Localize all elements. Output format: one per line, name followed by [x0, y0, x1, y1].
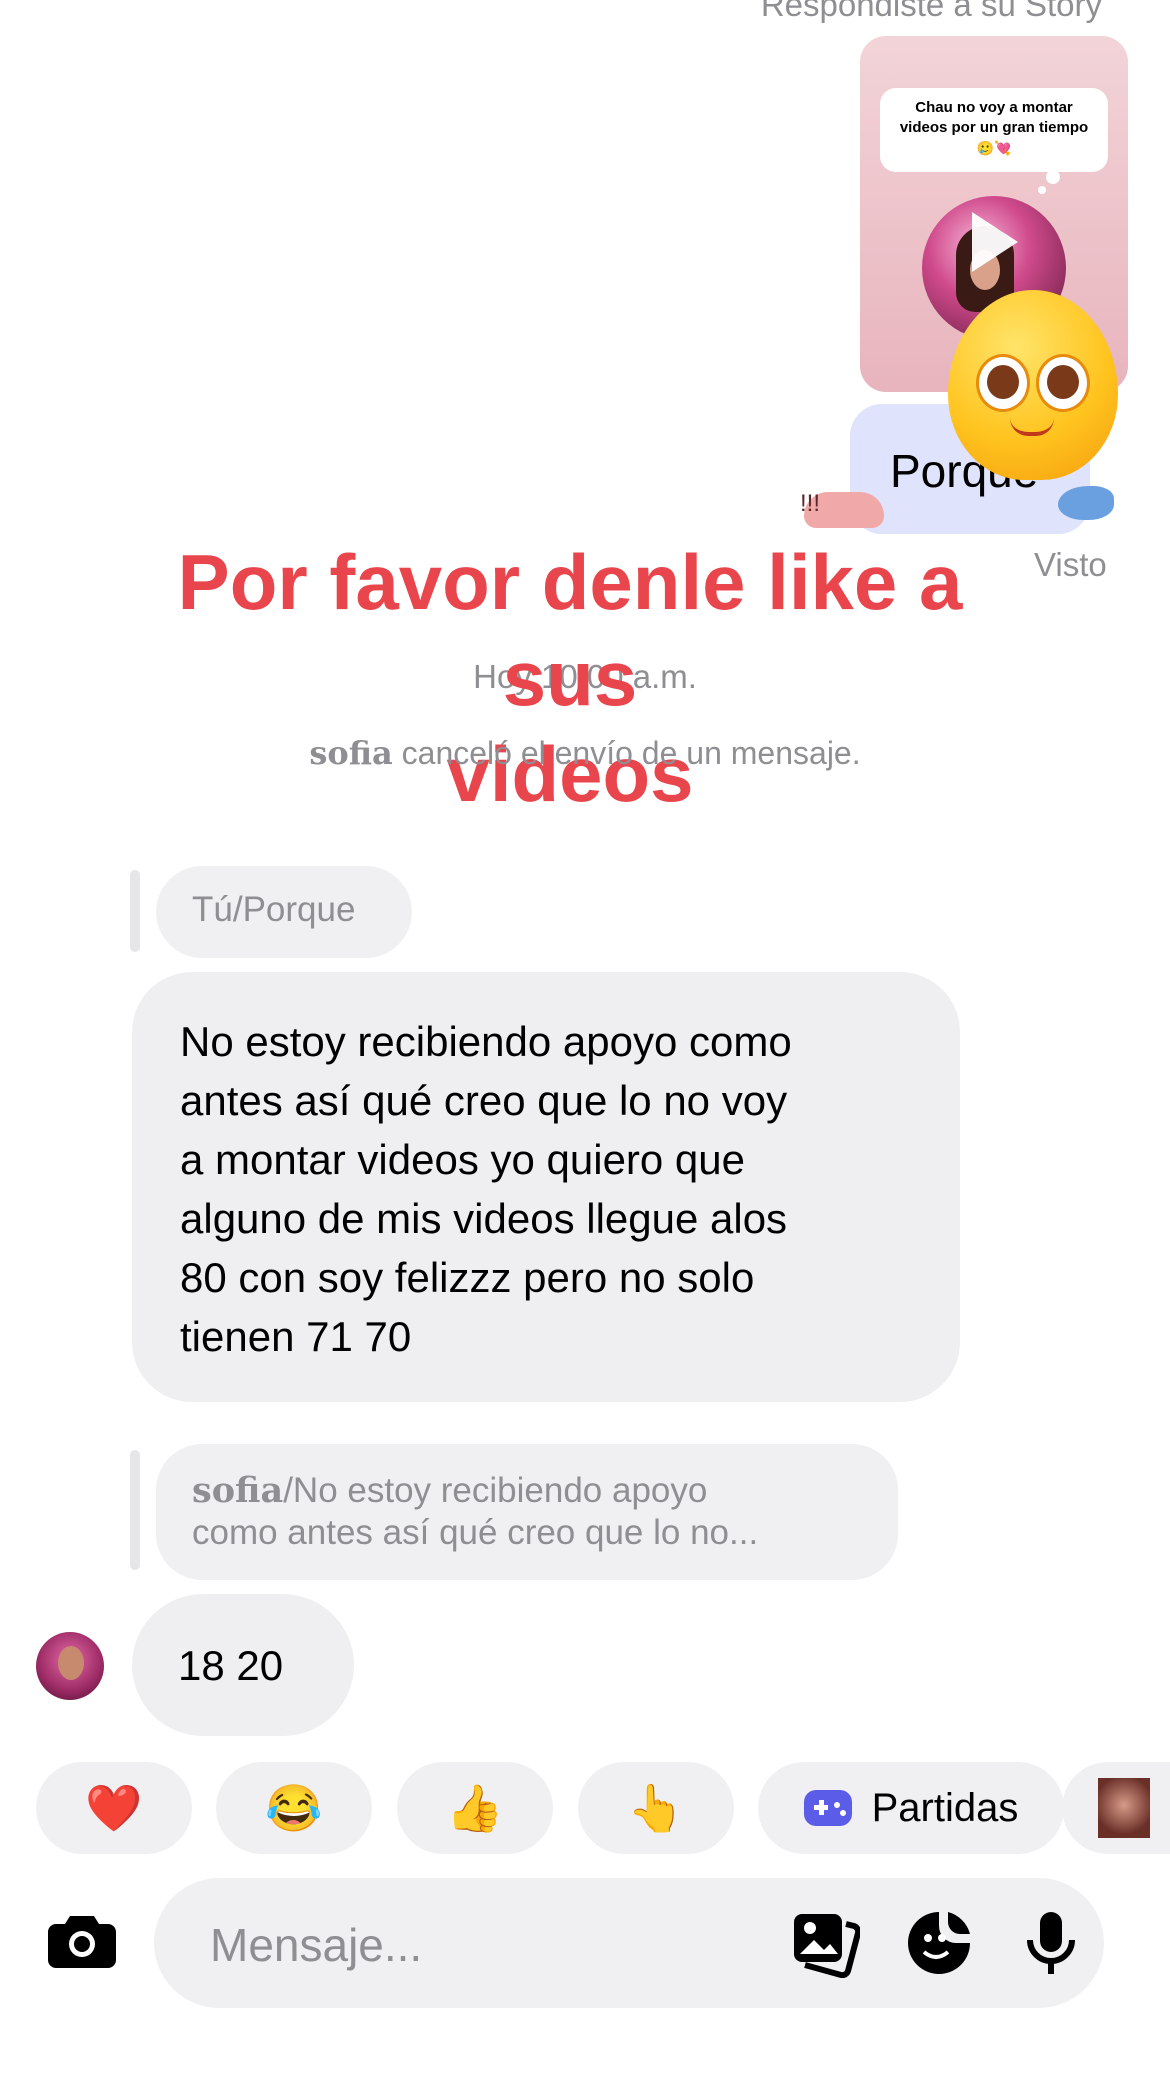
quick-reply-heart[interactable]: ❤️ — [36, 1762, 192, 1854]
reply-quote-chip[interactable]: sofia/No estoy recibiendo apoyo como ant… — [156, 1444, 898, 1580]
mascot-left-eye — [976, 354, 1030, 412]
reply-quote-text: Tú/Porque — [192, 890, 356, 929]
received-message-bubble[interactable]: 18 20 — [132, 1594, 354, 1736]
message-line: No estoy recibiendo apoyo como — [180, 1018, 792, 1065]
story-text-bubble: Chau no voy a montar videos por un gran … — [880, 88, 1108, 172]
story-text-line2: videos por un gran tiempo — [899, 119, 1089, 136]
unsent-notice-text: canceló el envío de un mensaje. — [392, 735, 861, 771]
laughing-icon: 😂 — [265, 1781, 323, 1834]
reply-indicator-bar — [130, 870, 140, 952]
pointing-up-icon: 👆 — [627, 1781, 685, 1834]
games-label: Partidas — [871, 1785, 1019, 1830]
message-text: 18 20 — [178, 1642, 284, 1689]
message-line: antes así qué creo que lo no voy — [180, 1077, 788, 1124]
microphone-icon[interactable] — [1016, 1908, 1086, 1978]
gallery-icon[interactable] — [790, 1908, 862, 1979]
avatar[interactable] — [36, 1632, 104, 1700]
games-button[interactable]: Partidas — [758, 1762, 1064, 1854]
seen-status: Visto — [1034, 546, 1107, 583]
message-composer — [154, 1878, 1104, 2008]
fish-sticker — [1058, 486, 1114, 520]
camera-icon[interactable] — [48, 1912, 116, 1968]
quick-reply-laugh[interactable]: 😂 — [216, 1762, 372, 1854]
quick-reply-photo[interactable] — [1062, 1762, 1170, 1854]
message-line: alguno de mis videos llegue alos — [180, 1195, 788, 1242]
sticker-icon[interactable] — [904, 1908, 974, 1978]
message-line: 80 con soy felizzz pero no solo — [180, 1254, 755, 1301]
mascot-right-eye — [1036, 354, 1090, 412]
mascot-mouth — [1010, 418, 1054, 436]
pig-sticker-text: !!! — [800, 490, 821, 517]
reply-quote-name: sofia — [192, 1470, 284, 1511]
reply-indicator-bar — [130, 1450, 140, 1570]
thought-bubble-dot — [1046, 170, 1060, 184]
story-text-emoji: 🥲💘 — [976, 140, 1012, 156]
quick-reply-point[interactable]: 👆 — [578, 1762, 734, 1854]
reply-quote-text: como antes así qué creo que lo no... — [192, 1513, 759, 1552]
story-reply-caption: Respondiste a su Story — [760, 0, 1102, 23]
story-text-line1: Chau no voy a montar — [915, 99, 1073, 116]
unsent-notice-name: sofia — [309, 734, 393, 772]
thought-bubble-dot-small — [1038, 186, 1046, 194]
gamepad-icon — [803, 1790, 852, 1826]
play-icon[interactable] — [972, 212, 1018, 272]
reply-quote-text: /No estoy recibiendo apoyo — [283, 1471, 708, 1510]
reply-quote-chip[interactable]: Tú/Porque — [156, 866, 412, 958]
unsent-message-notice: sofia canceló el envío de un mensaje. — [0, 734, 1170, 772]
message-line: tienen 71 70 — [180, 1313, 412, 1360]
message-input[interactable] — [208, 1916, 692, 1974]
received-message-bubble[interactable]: No estoy recibiendo apoyo como antes así… — [132, 972, 960, 1402]
overlay-caption-line1: Por favor denle like a sus — [177, 538, 963, 722]
overlay-caption: Por favor denle like a sus videos — [110, 534, 1030, 822]
quick-reply-thumbs-up[interactable]: 👍 — [397, 1762, 553, 1854]
heart-icon: ❤️ — [85, 1781, 143, 1834]
thumbs-up-icon: 👍 — [446, 1781, 504, 1834]
message-line: a montar videos yo quiero que — [180, 1136, 746, 1183]
photo-thumbnail — [1098, 1778, 1150, 1838]
